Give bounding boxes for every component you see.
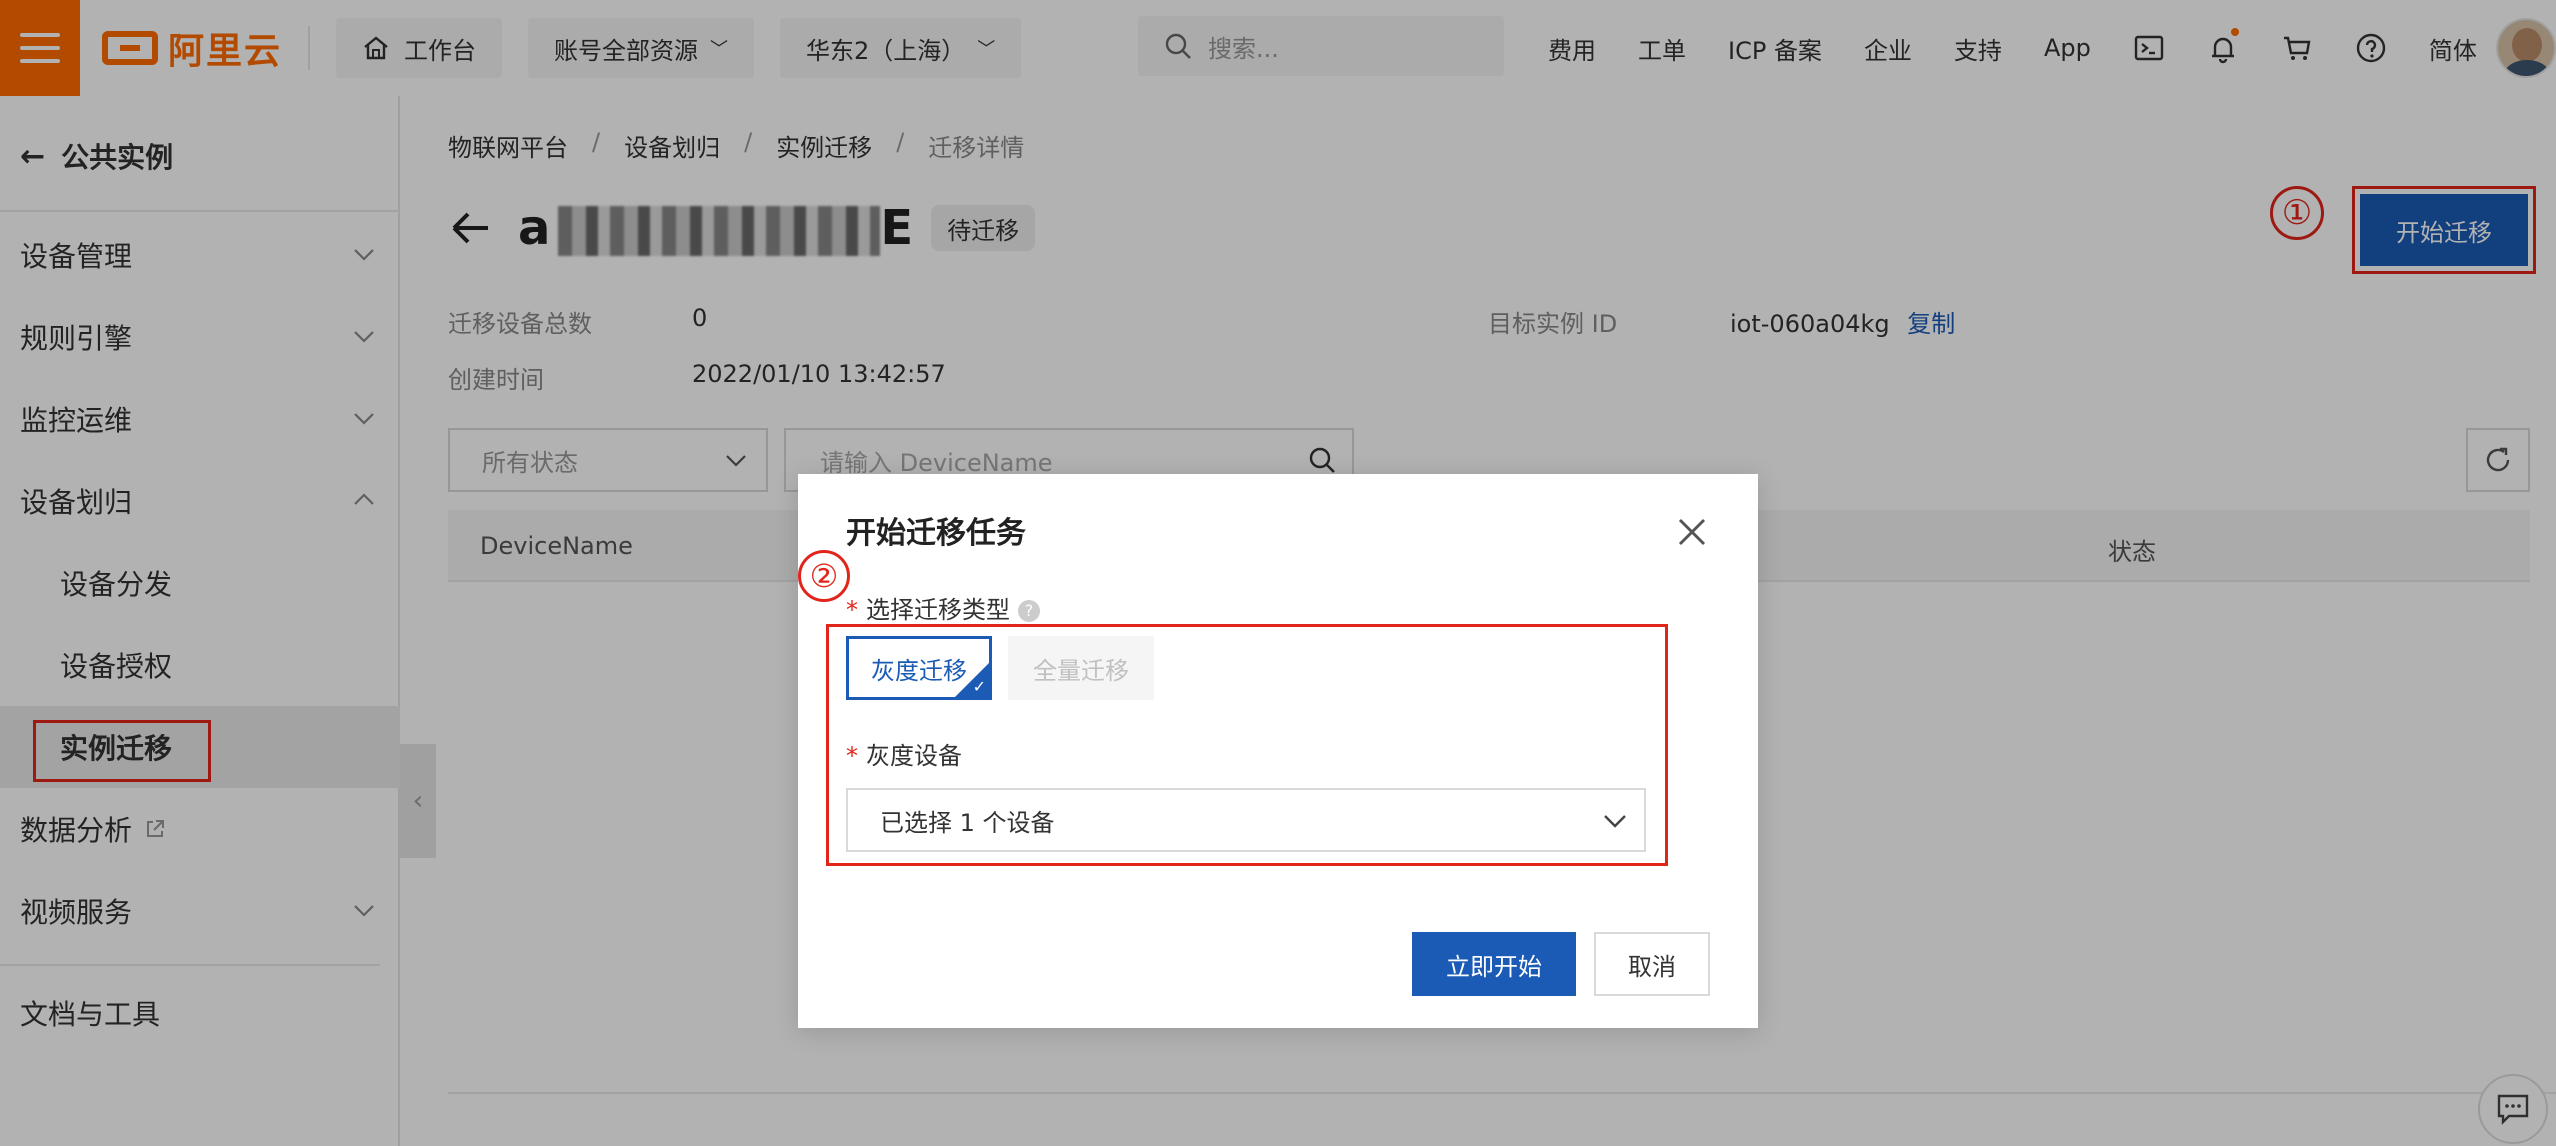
close-icon[interactable] (1674, 514, 1710, 550)
gray-device-select[interactable]: 已选择 1 个设备 (846, 788, 1646, 852)
help-icon[interactable]: ? (1018, 600, 1040, 622)
option-label: 灰度迁移 (871, 656, 967, 685)
full-migration-option: 全量迁移 (1008, 636, 1154, 700)
gray-migration-option[interactable]: 灰度迁移 ✓ (846, 636, 992, 700)
cancel-button[interactable]: 取消 (1594, 932, 1710, 996)
start-now-button[interactable]: 立即开始 (1412, 932, 1576, 996)
gray-devices-label: * 灰度设备 (846, 736, 962, 771)
migration-type-label: * 选择迁移类型? (846, 590, 1040, 625)
migration-type-text: 选择迁移类型 (866, 596, 1010, 624)
option-label: 全量迁移 (1033, 656, 1129, 685)
start-migration-dialog: 开始迁移任务 ② * 选择迁移类型? 灰度迁移 ✓ 全量迁移 * 灰度设备 已选择 … (798, 474, 1758, 1028)
required-mark: * (846, 596, 858, 624)
annotation-marker-2: ② (798, 550, 850, 602)
device-select-value: 已选择 1 个设备 (880, 808, 1055, 837)
dialog-title: 开始迁移任务 (846, 516, 1026, 551)
gray-devices-text: 灰度设备 (866, 742, 962, 770)
required-mark: * (846, 742, 858, 770)
chevron-down-icon (1604, 815, 1626, 828)
check-icon: ✓ (972, 677, 986, 696)
